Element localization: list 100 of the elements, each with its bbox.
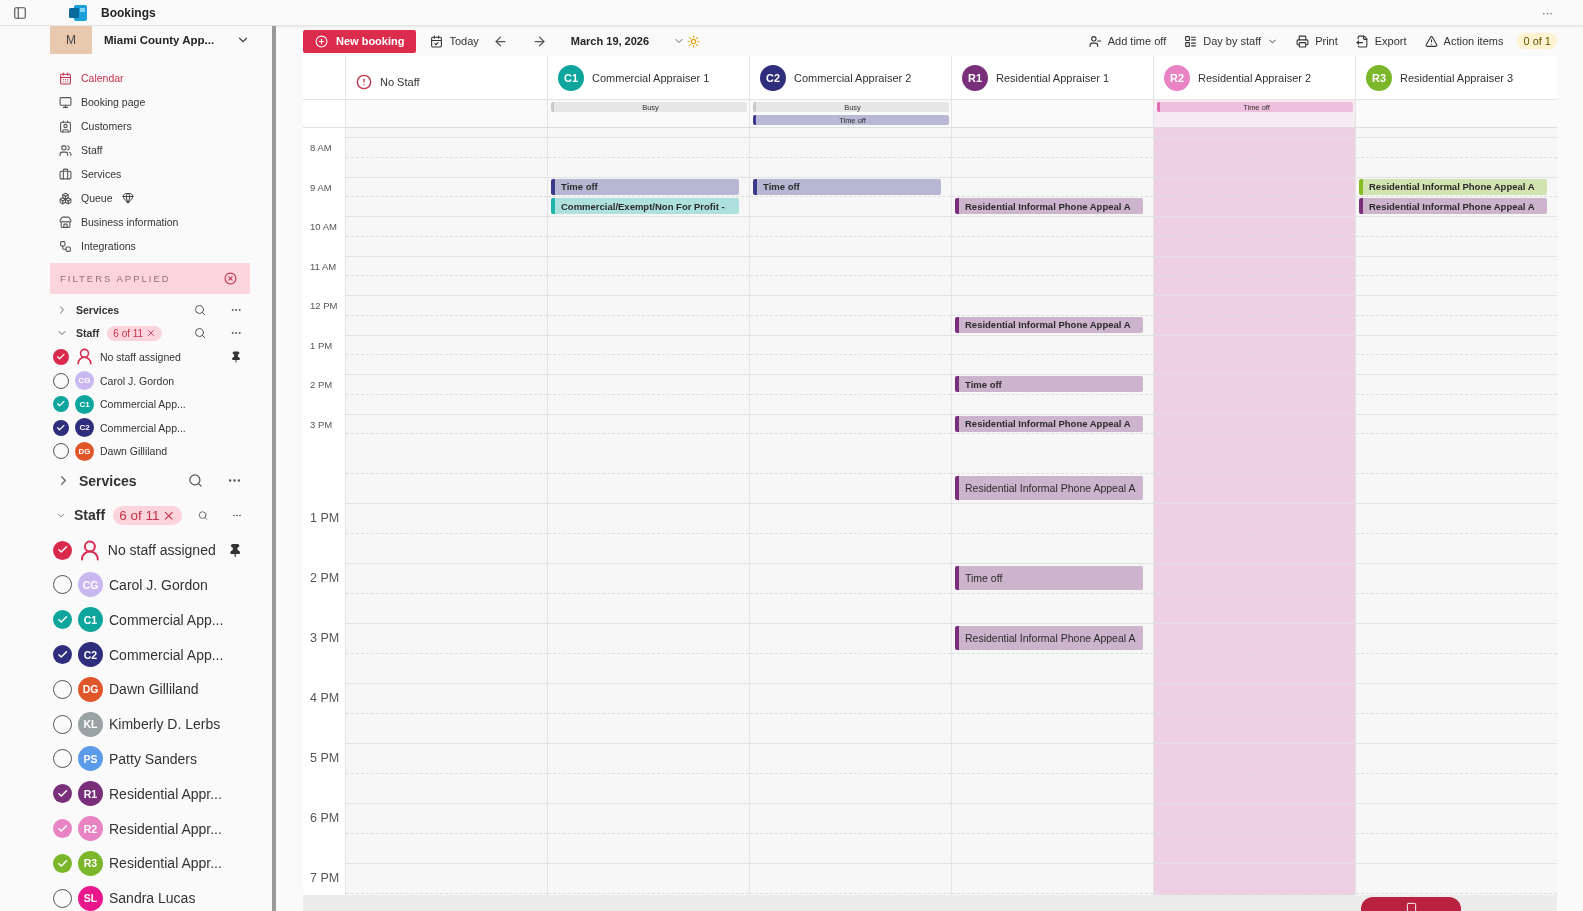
nav-item[interactable]: Services — [50, 162, 250, 186]
staff-name[interactable]: Commercial App... — [109, 611, 224, 628]
calendar-event[interactable]: Residential Informal Phone Appeal A — [955, 476, 1143, 500]
hour-label: 11 AM — [310, 260, 337, 272]
staff-name[interactable]: Dawn Gilliland — [100, 445, 168, 458]
avatar: C1 — [78, 607, 103, 633]
toolbar-button[interactable]: Add time off — [1084, 34, 1171, 48]
staff-name[interactable]: Patty Sanders — [109, 750, 197, 767]
filter-count-badge[interactable]: 6 of 11 — [107, 325, 163, 341]
check-icon — [56, 544, 69, 556]
avatar: C1 — [558, 64, 584, 91]
column-title: Residential Appraiser 2 — [1198, 71, 1312, 84]
toolbar-button[interactable]: Day by staff — [1180, 34, 1283, 48]
filter-count-badge[interactable]: 6 of 11 — [113, 505, 182, 525]
staff-name[interactable]: Carol J. Gordon — [109, 576, 208, 593]
calendar-event[interactable]: Time off — [955, 566, 1143, 590]
checkbox[interactable] — [53, 396, 69, 413]
calendar-event[interactable]: Commercial/Exempt/Non For Profit - — [551, 198, 739, 215]
section-title: Staff — [76, 327, 100, 340]
calendar-event[interactable]: Residential Informal Phone Appeal A — [1359, 178, 1547, 195]
check-icon — [56, 648, 69, 661]
staff-name[interactable]: Kimberly D. Lerbs — [109, 716, 221, 733]
nav-label: Booking page — [81, 96, 146, 108]
hour-label: 3 PM — [310, 418, 333, 430]
today-button[interactable]: Today — [426, 34, 483, 48]
avatar: R3 — [1366, 64, 1392, 91]
checkbox[interactable] — [53, 853, 72, 873]
nav-label: Business information — [81, 216, 179, 228]
hour-label: 1 PM — [310, 339, 333, 351]
nav-item[interactable]: Booking page — [50, 90, 250, 114]
sidebar-toggle-icon[interactable] — [13, 5, 27, 20]
boxes-icon — [59, 191, 72, 205]
staff-name[interactable]: Commercial App... — [109, 646, 224, 663]
staff-name[interactable]: Dawn Gilliland — [109, 681, 199, 698]
checkbox[interactable] — [53, 610, 72, 630]
org-name[interactable]: Miami County App... — [104, 34, 224, 46]
nav-item[interactable]: Staff — [50, 138, 250, 162]
hour-label: 4 PM — [310, 691, 340, 705]
staff-name[interactable]: Sandra Lucas — [109, 890, 196, 907]
search-icon[interactable] — [188, 473, 203, 489]
toolbar-button[interactable]: Print — [1292, 34, 1342, 48]
nav-item[interactable]: Business information — [50, 210, 250, 234]
calendar-event[interactable]: Residential Informal Phone Appeal A — [955, 198, 1143, 215]
contact-card-icon — [59, 119, 72, 133]
checkbox[interactable] — [53, 419, 69, 436]
search-icon[interactable] — [194, 303, 206, 316]
scrollbar[interactable] — [303, 895, 1557, 911]
monitor-icon — [59, 95, 72, 109]
next-icon[interactable] — [531, 33, 547, 49]
nav-label: Queue — [81, 192, 113, 204]
org-avatar: M — [50, 26, 92, 54]
staff-name[interactable]: Commercial App... — [100, 421, 186, 434]
clear-filters-icon[interactable] — [224, 272, 237, 285]
avatar: DG — [78, 676, 103, 702]
checkbox[interactable] — [53, 784, 72, 804]
count-badge: 0 of 1 — [1517, 33, 1557, 49]
hour-label: 1 PM — [310, 511, 340, 525]
hour-label: 3 PM — [310, 631, 340, 645]
printer-icon — [1296, 34, 1310, 48]
staff-name[interactable]: Carol J. Gordon — [100, 374, 175, 387]
briefcase-icon — [59, 167, 72, 181]
previous-icon[interactable] — [492, 33, 508, 49]
staff-name[interactable]: No staff assigned — [107, 542, 216, 559]
checkbox[interactable] — [53, 645, 72, 665]
calendar-event[interactable]: Residential Informal Phone Appeal A — [955, 415, 1143, 432]
calendar-icon — [59, 71, 72, 85]
calendar-event[interactable]: Time off — [753, 178, 941, 195]
new-booking-button[interactable]: New booking — [303, 29, 417, 53]
nav-label: Staff — [81, 144, 103, 156]
staff-name[interactable]: Commercial App... — [100, 398, 186, 411]
pin-icon[interactable] — [227, 542, 242, 558]
check-icon — [56, 614, 69, 626]
calendar-event[interactable]: Time off — [551, 178, 739, 195]
staff-name[interactable]: Residential Appr... — [109, 785, 222, 802]
search-icon[interactable] — [194, 327, 206, 340]
calendar-event[interactable]: Residential Informal Phone Appeal A — [955, 626, 1143, 650]
checkbox[interactable] — [53, 540, 72, 560]
calendar-event[interactable]: Residential Informal Phone Appeal A — [955, 316, 1143, 333]
toolbar-button[interactable]: Export — [1351, 34, 1411, 48]
app-logo — [69, 4, 87, 21]
avatar: C2 — [78, 642, 103, 668]
nav-item[interactable]: Integrations — [50, 234, 250, 258]
toolbar-button[interactable]: Action items — [1420, 34, 1508, 48]
nav-item[interactable]: Calendar — [50, 66, 250, 90]
checkbox[interactable] — [53, 819, 72, 838]
nav-item[interactable]: Customers — [50, 114, 250, 138]
plus-icon — [315, 34, 328, 48]
staff-name[interactable]: Residential Appr... — [109, 855, 222, 872]
nav-item[interactable]: Queue — [50, 186, 250, 210]
calendar-event[interactable]: Residential Informal Phone Appeal A — [1359, 198, 1547, 215]
pin-icon[interactable] — [230, 351, 242, 363]
checkbox[interactable] — [53, 349, 69, 365]
more-button[interactable]: ··· — [1542, 6, 1553, 19]
calendar-event[interactable]: Time off — [955, 376, 1143, 392]
avatar: R2 — [78, 816, 103, 841]
staff-name[interactable]: No staff assigned — [100, 351, 181, 363]
hour-label: 8 AM — [310, 142, 332, 153]
check-icon — [56, 822, 69, 835]
staff-name[interactable]: Residential Appr... — [109, 820, 222, 837]
filters-label: FILTERS APPLIED — [60, 273, 171, 284]
